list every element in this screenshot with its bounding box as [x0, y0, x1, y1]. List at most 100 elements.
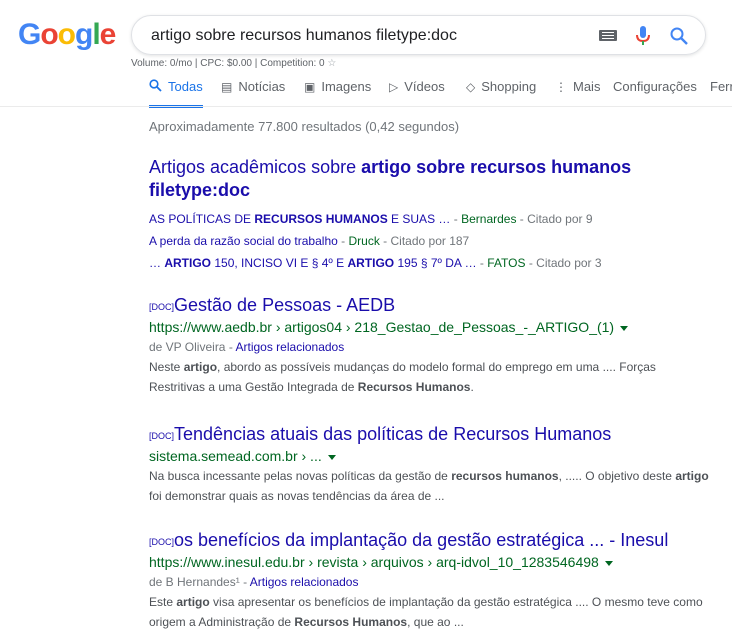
snippet-highlight: recursos humanos [451, 469, 559, 483]
text: AS POLÍTICAS DE [149, 212, 255, 226]
text: 195 § 7º DA … [394, 256, 477, 270]
snippet-text: , que ao ... [407, 615, 464, 629]
star-icon[interactable]: ☆ [327, 58, 336, 69]
chevron-down-icon[interactable] [620, 325, 629, 331]
volume-text: Volume: 0/mo | CPC: $0.00 | Competition:… [131, 58, 325, 69]
tab-ferramentas[interactable]: Ferr [710, 79, 732, 105]
tab-imagens[interactable]: ▣ Imagens [304, 79, 371, 105]
search-icon [149, 79, 162, 92]
tab-label: Ferr [710, 79, 732, 94]
snippet-text: Na busca incessante pelas novas política… [149, 469, 452, 483]
meta-author: de VP Oliveira [149, 340, 226, 354]
related-articles-link[interactable]: Artigos relacionados [250, 575, 359, 589]
text-bold: ARTIGO [164, 256, 212, 270]
scholar-item-link[interactable]: AS POLÍTICAS DE RECURSOS HUMANOS E SUAS … [149, 212, 450, 226]
tab-todas[interactable]: Todas [149, 79, 203, 108]
logo-letter: G [18, 18, 41, 51]
microphone-icon[interactable] [636, 26, 650, 46]
snippet-text: , ..... O objetivo deste [558, 469, 676, 483]
scholar-item-link[interactable]: A perda da razão social do trabalho [149, 234, 338, 248]
text: … [149, 256, 165, 270]
snippet-highlight: Recursos Humanos [294, 615, 408, 629]
tab-label: Notícias [238, 79, 286, 94]
keyword-volume-bar: Volume: 0/mo | CPC: $0.00 | Competition:… [131, 58, 336, 69]
logo-letter: l [92, 18, 100, 51]
result-title[interactable]: [DOC]Gestão de Pessoas - AEDB [149, 294, 709, 317]
tab-configuracoes[interactable]: Configurações [613, 79, 697, 105]
meta-author: de B Hernandes¹ [149, 575, 240, 589]
chevron-down-icon[interactable] [327, 454, 336, 460]
tab-videos[interactable]: ▷ Vídeos [389, 79, 445, 105]
google-logo[interactable]: Google [18, 18, 117, 52]
more-vert-icon: ⋮ [555, 80, 567, 94]
result-meta: de VP Oliveira - Artigos relacionados [149, 340, 345, 354]
search-tabs: Todas ▤ Notícias ▣ Imagens ▷ Vídeos ◇ Sh… [147, 79, 732, 108]
logo-letter: o [57, 18, 76, 51]
tab-label: Configurações [613, 79, 697, 94]
result-url[interactable]: https://www.inesul.edu.br › revista › ar… [149, 552, 709, 572]
search-icon[interactable] [669, 26, 689, 46]
result-title-text: Tendências atuais das políticas de Recur… [174, 424, 612, 444]
snippet-text: foi demonstrar quais as novas tendências… [149, 489, 445, 503]
scholar-title-plain: Artigos acadêmicos sobre [149, 157, 362, 177]
text-bold: ARTIGO [347, 256, 395, 270]
snippet-highlight: artigo [675, 469, 709, 483]
video-icon: ▷ [389, 80, 399, 94]
scholar-item: … ARTIGO 150, INCISO VI E § 4º E ARTIGO … [149, 256, 602, 270]
doc-tag: [DOC] [149, 537, 175, 547]
url-text: sistema.semead.com.br › ... [149, 448, 322, 464]
snippet-text: . [470, 380, 474, 394]
tab-label: Shopping [481, 79, 537, 94]
search-result: [DOC]Gestão de Pessoas - AEDB https://ww… [149, 294, 709, 397]
tab-shopping[interactable]: ◇ Shopping [466, 79, 536, 105]
scholar-block: Artigos acadêmicos sobre artigo sobre re… [149, 156, 709, 274]
scholar-item-link[interactable]: … ARTIGO 150, INCISO VI E § 4º E ARTIGO … [149, 256, 477, 270]
scholar-author[interactable]: Druck [348, 234, 379, 248]
result-url[interactable]: https://www.aedb.br › artigos04 › 218_Ge… [149, 317, 709, 337]
tag-icon: ◇ [466, 80, 476, 94]
result-title[interactable]: [DOC]Tendências atuais das políticas de … [149, 423, 709, 446]
logo-letter: g [75, 18, 93, 51]
scholar-author[interactable]: FATOS [487, 256, 525, 270]
image-icon: ▣ [304, 80, 316, 94]
result-snippet: Na busca incessante pelas novas política… [149, 466, 709, 506]
search-result: [DOC]os benefícios da implantação da ges… [149, 529, 709, 632]
doc-tag: [DOC] [149, 431, 175, 441]
snippet-highlight: Recursos Humanos [357, 380, 471, 394]
tab-label: Vídeos [404, 79, 445, 94]
search-box[interactable]: artigo sobre recursos humanos filetype:d… [131, 15, 706, 55]
text-bold: RECURSOS HUMANOS [254, 212, 388, 226]
logo-letter: e [99, 18, 117, 51]
result-title-text: os benefícios da implantação da gestão e… [174, 530, 669, 550]
doc-tag: [DOC] [149, 302, 175, 312]
snippet-text: Neste [149, 360, 184, 374]
result-snippet: Neste artigo, abordo as possíveis mudanç… [149, 357, 709, 397]
result-title-text: Gestão de Pessoas - AEDB [174, 295, 396, 315]
snippet-highlight: artigo [176, 595, 210, 609]
result-url[interactable]: sistema.semead.com.br › ... [149, 446, 709, 466]
search-input[interactable]: artigo sobre recursos humanos filetype:d… [151, 27, 457, 45]
url-text: https://www.inesul.edu.br › revista › ar… [149, 554, 599, 570]
result-meta: de B Hernandes¹ - Artigos relacionados [149, 575, 359, 589]
scholar-author[interactable]: Bernardes [461, 212, 516, 226]
keyboard-icon[interactable] [599, 30, 617, 41]
result-title[interactable]: [DOC]os benefícios da implantação da ges… [149, 529, 709, 552]
result-snippet: Este artigo visa apresentar os benefício… [149, 592, 709, 632]
scholar-cited[interactable]: Citado por 187 [391, 234, 470, 248]
divider [0, 106, 732, 107]
chevron-down-icon[interactable] [604, 560, 613, 566]
tab-mais[interactable]: ⋮ Mais [555, 79, 600, 105]
tab-noticias[interactable]: ▤ Notícias [221, 79, 285, 105]
scholar-item: A perda da razão social do trabalho - Dr… [149, 234, 470, 248]
news-icon: ▤ [221, 80, 233, 94]
scholar-cited[interactable]: Citado por 9 [527, 212, 592, 226]
related-articles-link[interactable]: Artigos relacionados [236, 340, 345, 354]
logo-letter: o [40, 18, 58, 51]
snippet-highlight: artigo [183, 360, 218, 374]
url-text: https://www.aedb.br › artigos04 › 218_Ge… [149, 319, 615, 335]
scholar-cited[interactable]: Citado por 3 [536, 256, 601, 270]
scholar-item: AS POLÍTICAS DE RECURSOS HUMANOS E SUAS … [149, 212, 593, 226]
scholar-title[interactable]: Artigos acadêmicos sobre artigo sobre re… [149, 156, 709, 202]
text: E SUAS … [387, 212, 451, 226]
tab-label: Mais [573, 79, 601, 94]
